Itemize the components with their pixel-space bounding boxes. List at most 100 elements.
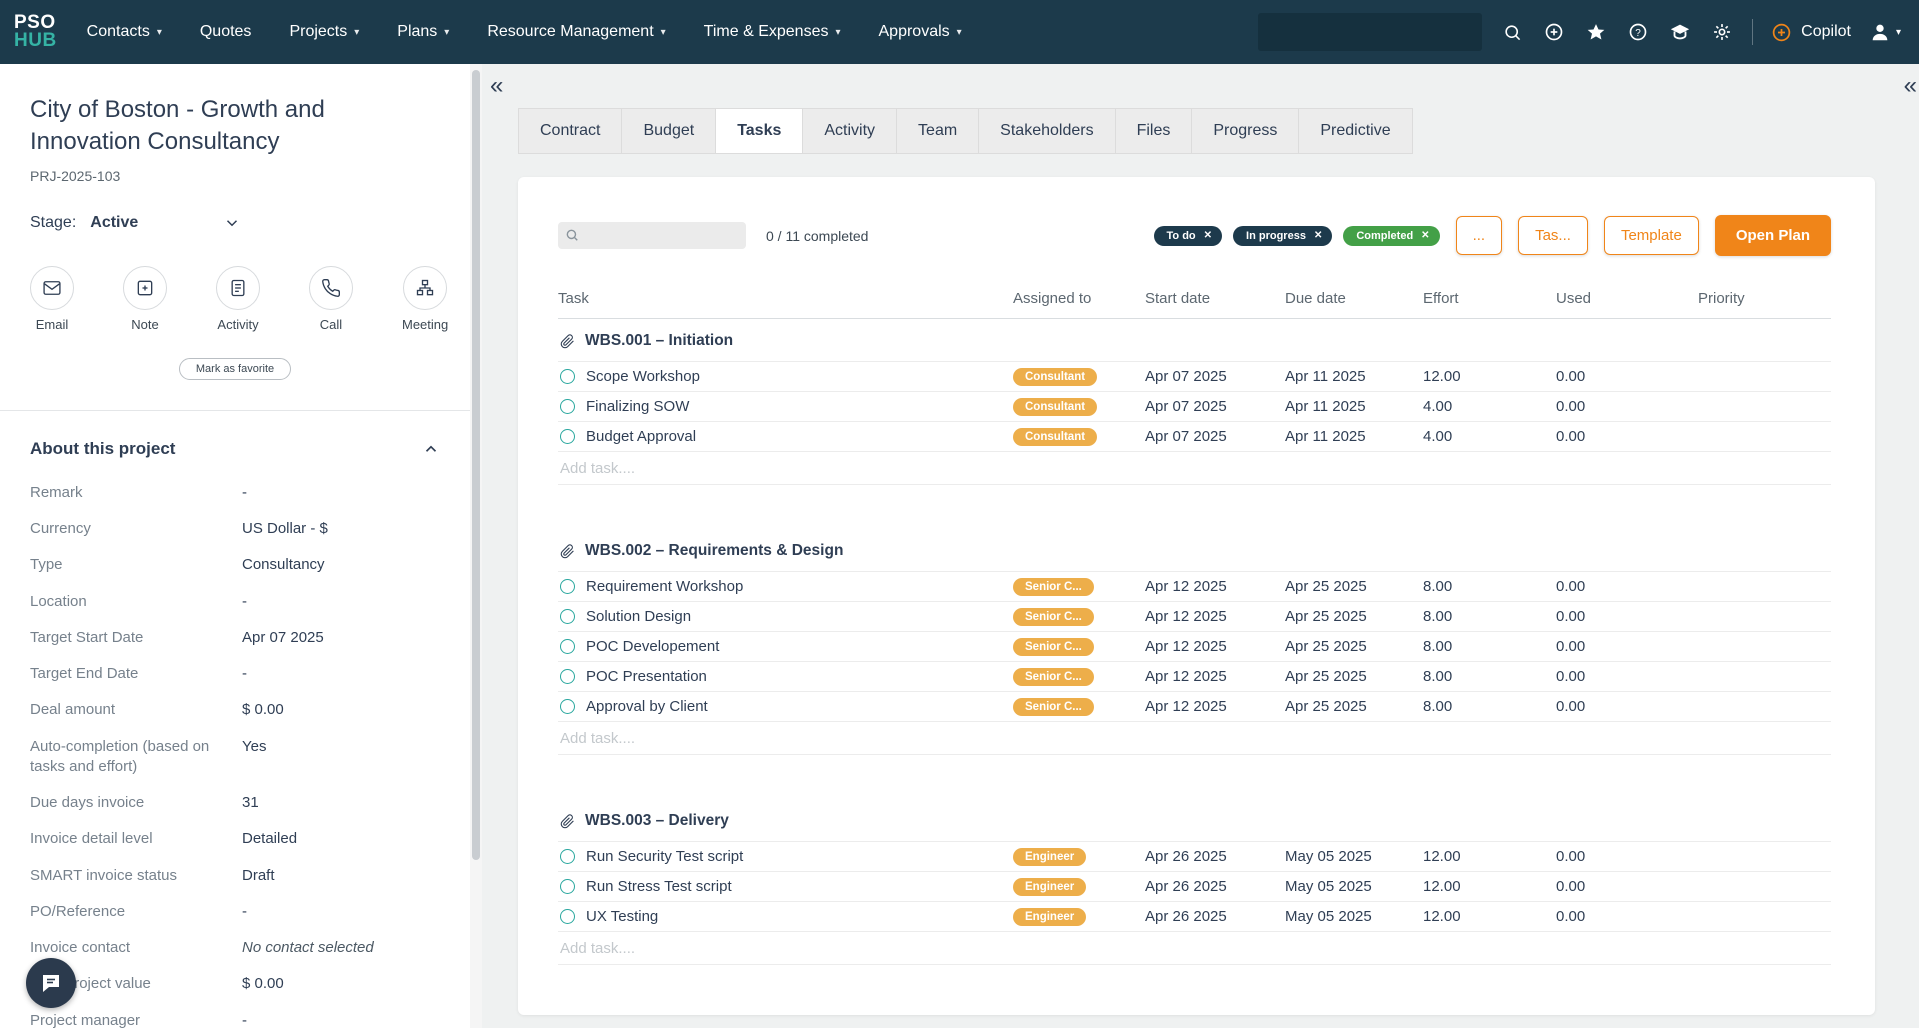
start-date[interactable]: Apr 12 2025 xyxy=(1145,578,1285,595)
task-complete-toggle[interactable] xyxy=(560,849,575,864)
assignee-badge[interactable]: Senior C... xyxy=(1013,698,1094,716)
add-task-input[interactable]: Add task.... xyxy=(558,452,1831,485)
start-date[interactable]: Apr 12 2025 xyxy=(1145,608,1285,625)
add-task-input[interactable]: Add task.... xyxy=(558,932,1831,965)
start-date[interactable]: Apr 26 2025 xyxy=(1145,848,1285,865)
due-date[interactable]: Apr 25 2025 xyxy=(1285,698,1423,715)
start-date[interactable]: Apr 07 2025 xyxy=(1145,368,1285,385)
search-icon[interactable] xyxy=(1500,20,1524,44)
due-date[interactable]: May 05 2025 xyxy=(1285,878,1423,895)
task-complete-toggle[interactable] xyxy=(560,639,575,654)
add-task-input[interactable]: Add task.... xyxy=(558,722,1831,755)
assignee-badge[interactable]: Senior C... xyxy=(1013,578,1094,596)
effort-value[interactable]: 8.00 xyxy=(1423,698,1556,715)
effort-value[interactable]: 4.00 xyxy=(1423,428,1556,445)
filter-chip-completed[interactable]: Completed✕ xyxy=(1343,226,1439,246)
due-date[interactable]: Apr 25 2025 xyxy=(1285,638,1423,655)
stage-dropdown[interactable] xyxy=(223,214,241,232)
assignee-badge[interactable]: Senior C... xyxy=(1013,668,1094,686)
scrollbar-thumb[interactable] xyxy=(472,70,480,860)
assignee-badge[interactable]: Senior C... xyxy=(1013,638,1094,656)
effort-value[interactable]: 12.00 xyxy=(1423,368,1556,385)
effort-value[interactable]: 12.00 xyxy=(1423,878,1556,895)
nav-resource-management[interactable]: Resource Management▾ xyxy=(487,23,665,41)
task-row[interactable]: Requirement Workshop Senior C... Apr 12 … xyxy=(558,572,1831,602)
task-complete-toggle[interactable] xyxy=(560,699,575,714)
close-icon[interactable]: ✕ xyxy=(1421,230,1429,241)
task-name[interactable]: Requirement Workshop xyxy=(586,578,743,595)
tab-tasks[interactable]: Tasks xyxy=(715,108,803,154)
task-row[interactable]: POC Presentation Senior C... Apr 12 2025… xyxy=(558,662,1831,692)
assignee-badge[interactable]: Consultant xyxy=(1013,368,1097,386)
nav-projects[interactable]: Projects▾ xyxy=(289,23,359,41)
tab-team[interactable]: Team xyxy=(896,108,979,154)
meeting-action-button[interactable]: Meeting xyxy=(402,266,448,332)
copilot-button[interactable]: Copilot xyxy=(1771,22,1851,43)
task-complete-toggle[interactable] xyxy=(560,669,575,684)
filter-chip-in-progress[interactable]: In progress✕ xyxy=(1233,226,1332,246)
group-header[interactable]: WBS.001 – Initiation xyxy=(558,319,1831,362)
task-row[interactable]: Budget Approval Consultant Apr 07 2025 A… xyxy=(558,422,1831,452)
due-date[interactable]: May 05 2025 xyxy=(1285,908,1423,925)
note-action-button[interactable]: Note xyxy=(123,266,167,332)
task-complete-toggle[interactable] xyxy=(560,399,575,414)
task-complete-toggle[interactable] xyxy=(560,429,575,444)
email-action-button[interactable]: Email xyxy=(30,266,74,332)
due-date[interactable]: Apr 25 2025 xyxy=(1285,668,1423,685)
effort-value[interactable]: 8.00 xyxy=(1423,668,1556,685)
open-plan-button[interactable]: Open Plan xyxy=(1715,215,1831,256)
help-icon[interactable]: ? xyxy=(1626,20,1650,44)
tasks-actions-button[interactable]: Tas... xyxy=(1518,216,1588,255)
nav-plans[interactable]: Plans▾ xyxy=(397,23,449,41)
task-row[interactable]: Scope Workshop Consultant Apr 07 2025 Ap… xyxy=(558,362,1831,392)
start-date[interactable]: Apr 26 2025 xyxy=(1145,878,1285,895)
nav-time-expenses[interactable]: Time & Expenses▾ xyxy=(704,23,841,41)
chat-widget-button[interactable] xyxy=(26,958,76,1008)
start-date[interactable]: Apr 12 2025 xyxy=(1145,638,1285,655)
assignee-badge[interactable]: Consultant xyxy=(1013,398,1097,416)
task-search-input[interactable] xyxy=(558,222,746,249)
effort-value[interactable]: 12.00 xyxy=(1423,848,1556,865)
effort-value[interactable]: 4.00 xyxy=(1423,398,1556,415)
call-action-button[interactable]: Call xyxy=(309,266,353,332)
assignee-badge[interactable]: Engineer xyxy=(1013,848,1086,866)
effort-value[interactable]: 8.00 xyxy=(1423,608,1556,625)
close-icon[interactable]: ✕ xyxy=(1314,230,1322,241)
start-date[interactable]: Apr 12 2025 xyxy=(1145,698,1285,715)
task-name[interactable]: Run Stress Test script xyxy=(586,878,732,895)
due-date[interactable]: May 05 2025 xyxy=(1285,848,1423,865)
tab-budget[interactable]: Budget xyxy=(621,108,716,154)
settings-gear-icon[interactable] xyxy=(1710,20,1734,44)
about-section-header[interactable]: About this project xyxy=(30,439,440,459)
task-row[interactable]: Solution Design Senior C... Apr 12 2025 … xyxy=(558,602,1831,632)
chevron-up-icon[interactable] xyxy=(422,440,440,458)
filter-chip-todo[interactable]: To do✕ xyxy=(1154,226,1223,246)
global-search-input[interactable] xyxy=(1258,13,1482,51)
task-name[interactable]: POC Presentation xyxy=(586,668,707,685)
assignee-badge[interactable]: Consultant xyxy=(1013,428,1097,446)
tab-stakeholders[interactable]: Stakeholders xyxy=(978,108,1115,154)
user-menu[interactable]: ▾ xyxy=(1869,21,1901,43)
effort-value[interactable]: 12.00 xyxy=(1423,908,1556,925)
task-complete-toggle[interactable] xyxy=(560,369,575,384)
collapse-sidebar-icon[interactable]: « xyxy=(490,72,503,100)
task-row[interactable]: Finalizing SOW Consultant Apr 07 2025 Ap… xyxy=(558,392,1831,422)
assignee-badge[interactable]: Engineer xyxy=(1013,908,1086,926)
task-row[interactable]: Run Stress Test script Engineer Apr 26 2… xyxy=(558,872,1831,902)
add-circle-icon[interactable] xyxy=(1542,20,1566,44)
collapse-right-panel-icon[interactable]: « xyxy=(1904,72,1917,100)
activity-action-button[interactable]: Activity xyxy=(216,266,260,332)
task-name[interactable]: Scope Workshop xyxy=(586,368,700,385)
nav-contacts[interactable]: Contacts▾ xyxy=(87,23,162,41)
sidebar-scrollbar[interactable] xyxy=(470,64,482,1028)
task-complete-toggle[interactable] xyxy=(560,879,575,894)
task-name[interactable]: POC Developement xyxy=(586,638,719,655)
task-complete-toggle[interactable] xyxy=(560,609,575,624)
due-date[interactable]: Apr 11 2025 xyxy=(1285,368,1423,385)
tab-predictive[interactable]: Predictive xyxy=(1298,108,1412,154)
effort-value[interactable]: 8.00 xyxy=(1423,578,1556,595)
effort-value[interactable]: 8.00 xyxy=(1423,638,1556,655)
due-date[interactable]: Apr 25 2025 xyxy=(1285,578,1423,595)
task-name[interactable]: Finalizing SOW xyxy=(586,398,689,415)
task-complete-toggle[interactable] xyxy=(560,909,575,924)
